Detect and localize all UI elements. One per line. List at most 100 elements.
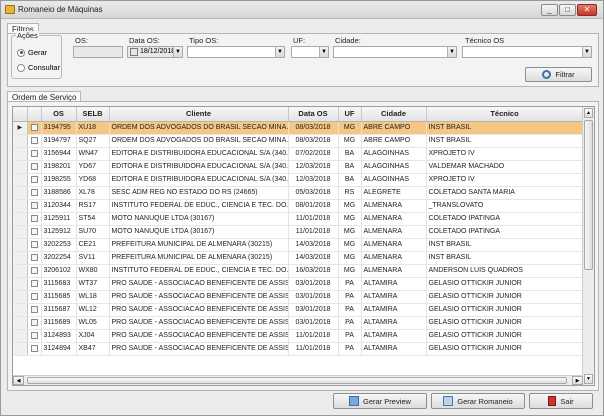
table-row[interactable]: 3124894 XB47 PRO SAUDE - ASSOCIACAO BENEFI… bbox=[13, 342, 584, 356]
row-checkbox[interactable] bbox=[30, 227, 38, 235]
row-checkbox[interactable] bbox=[30, 162, 38, 170]
uf-select[interactable]: ▼ bbox=[291, 46, 329, 58]
chevron-down-icon[interactable]: ▼ bbox=[275, 47, 284, 57]
col-data-os[interactable]: Data OS bbox=[288, 107, 339, 122]
row-checkbox[interactable] bbox=[30, 136, 38, 144]
row-checkbox[interactable] bbox=[30, 149, 38, 157]
horizontal-scroll-thumb[interactable] bbox=[27, 377, 567, 384]
cell-data-os: 11/01/2018 bbox=[288, 329, 339, 343]
radio-consultar[interactable]: Consultar bbox=[17, 63, 60, 72]
cell-cliente: PRO SAUDE - ASSOCIACAO BENEFICENTE DE AS… bbox=[109, 277, 289, 291]
table-row[interactable]: 3202253 CE21 PREFEITURA MUNICIPAL DE ALMEN… bbox=[13, 238, 584, 252]
cell-tecnico: COLETADO IPATINGA bbox=[426, 212, 584, 226]
row-indicator bbox=[13, 173, 28, 187]
table-row[interactable]: 3115687 WL12 PRO SAUDE - ASSOCIACAO BENEFI… bbox=[13, 303, 584, 317]
table-row[interactable]: 3124893 XJ04 PRO SAUDE - ASSOCIACAO BENEFI… bbox=[13, 329, 584, 343]
table-row[interactable]: 3120344 RS17 INSTITUTO FEDERAL DE EDUC., C… bbox=[13, 199, 584, 213]
cell-uf: PA bbox=[338, 290, 362, 304]
table-row[interactable]: 3202254 SV11 PREFEITURA MUNICIPAL DE ALMEN… bbox=[13, 251, 584, 265]
cell-tecnico: GELASIO OTTICKIR JUNIOR bbox=[426, 329, 584, 343]
table-row[interactable]: 3188586 XL78 SESC ADM REG NO ESTADO DO RS … bbox=[13, 186, 584, 200]
horizontal-scrollbar[interactable]: ◀ ▶ bbox=[13, 375, 583, 385]
minimize-button[interactable]: _ bbox=[541, 4, 558, 16]
col-os[interactable]: OS bbox=[41, 107, 77, 122]
vertical-scroll-thumb[interactable] bbox=[584, 120, 593, 270]
chevron-down-icon[interactable]: ▼ bbox=[447, 47, 456, 57]
table-row[interactable]: 3198201 YD67 EDITORA E DISTRIBUIDORA EDUCA… bbox=[13, 160, 584, 174]
col-cidade[interactable]: Cidade bbox=[361, 107, 427, 122]
scroll-left-icon[interactable]: ◀ bbox=[13, 376, 24, 385]
cidade-select[interactable]: ▼ bbox=[333, 46, 457, 58]
radio-consultar-dot[interactable] bbox=[17, 63, 25, 72]
row-checkbox[interactable] bbox=[30, 175, 38, 183]
tecnico-select[interactable]: ▼ bbox=[462, 46, 592, 58]
cell-uf: MG bbox=[338, 121, 362, 135]
vertical-scrollbar[interactable]: ▲ ▼ bbox=[582, 107, 594, 385]
gerar-preview-button[interactable]: Gerar Preview bbox=[333, 393, 427, 409]
row-indicator bbox=[13, 303, 28, 317]
col-uf[interactable]: UF bbox=[338, 107, 362, 122]
table-header: OS SELB Cliente Data OS UF Cidade Técnic… bbox=[13, 107, 584, 122]
cell-uf: MG bbox=[338, 212, 362, 226]
cell-uf: PA bbox=[338, 342, 362, 356]
table-row[interactable]: 3198255 YD68 EDITORA E DISTRIBUIDORA EDUCA… bbox=[13, 173, 584, 187]
table-row[interactable]: 3156944 WN47 EDITORA E DISTRIBUIDORA EDUCA… bbox=[13, 147, 584, 161]
os-input[interactable] bbox=[73, 46, 123, 58]
row-checkbox[interactable] bbox=[30, 305, 38, 313]
row-checkbox[interactable] bbox=[30, 188, 38, 196]
window-controls: _ □ ✕ bbox=[541, 4, 597, 16]
scroll-down-icon[interactable]: ▼ bbox=[584, 374, 593, 384]
table-row[interactable]: 3115685 WL18 PRO SAUDE - ASSOCIACAO BENEFI… bbox=[13, 290, 584, 304]
row-checkbox-cell bbox=[27, 199, 42, 213]
cell-os: 3202253 bbox=[41, 238, 77, 252]
scroll-right-icon[interactable]: ▶ bbox=[572, 376, 583, 385]
orders-grid[interactable]: OS SELB Cliente Data OS UF Cidade Técnic… bbox=[12, 106, 595, 386]
cell-tecnico: COLETADO IPATINGA bbox=[426, 225, 584, 239]
cell-cliente: INSTITUTO FEDERAL DE EDUC., CIENCIA E TE… bbox=[109, 264, 289, 278]
tipo-os-select[interactable]: ▼ bbox=[187, 46, 285, 58]
table-row[interactable]: 3115689 WL05 PRO SAUDE - ASSOCIACAO BENEFI… bbox=[13, 316, 584, 330]
report-icon bbox=[443, 396, 454, 406]
cell-os: 3206102 bbox=[41, 264, 77, 278]
sair-button[interactable]: Sair bbox=[529, 393, 593, 409]
radio-gerar-dot[interactable] bbox=[17, 48, 25, 57]
table-row[interactable]: 3115683 WT37 PRO SAUDE - ASSOCIACAO BENEFI… bbox=[13, 277, 584, 291]
row-checkbox[interactable] bbox=[30, 279, 38, 287]
table-row[interactable]: 3125912 SU70 MOTO NANUQUE LTDA (30167) 11/0… bbox=[13, 225, 584, 239]
uf-label: UF: bbox=[293, 36, 306, 45]
cell-selb: XB47 bbox=[76, 342, 110, 356]
row-checkbox[interactable] bbox=[30, 331, 38, 339]
row-checkbox[interactable] bbox=[30, 214, 38, 222]
scroll-up-icon[interactable]: ▲ bbox=[584, 108, 593, 118]
chevron-down-icon[interactable]: ▼ bbox=[582, 47, 591, 57]
cell-os: 3115687 bbox=[41, 303, 77, 317]
cell-uf: BA bbox=[338, 147, 362, 161]
col-tecnico[interactable]: Técnico bbox=[426, 107, 584, 122]
gerar-romaneio-button[interactable]: Gerar Romaneio bbox=[431, 393, 525, 409]
row-checkbox[interactable] bbox=[30, 344, 38, 352]
table-row[interactable]: 3125911 ST54 MOTO NANUQUE LTDA (30167) 11/0… bbox=[13, 212, 584, 226]
cell-os: 3194797 bbox=[41, 134, 77, 148]
close-button[interactable]: ✕ bbox=[577, 4, 597, 16]
data-os-picker[interactable]: 18/12/2018 ▼ bbox=[127, 46, 183, 58]
row-checkbox[interactable] bbox=[30, 123, 38, 131]
cell-cliente: PREFEITURA MUNICIPAL DE ALMENARA (30215) bbox=[109, 251, 289, 265]
row-checkbox[interactable] bbox=[30, 318, 38, 326]
row-checkbox[interactable] bbox=[30, 292, 38, 300]
row-checkbox[interactable] bbox=[30, 240, 38, 248]
filtrar-button[interactable]: Filtrar bbox=[525, 67, 592, 82]
cell-selb: CE21 bbox=[76, 238, 110, 252]
table-row[interactable]: ▶ 3194795 XU18 ORDEM DOS ADVOGADOS DO BRASI… bbox=[13, 121, 584, 135]
row-checkbox[interactable] bbox=[30, 201, 38, 209]
row-checkbox[interactable] bbox=[30, 266, 38, 274]
table-row[interactable]: 3206102 WX80 INSTITUTO FEDERAL DE EDUC., C… bbox=[13, 264, 584, 278]
table-row[interactable]: 3194797 SQ27 ORDEM DOS ADVOGADOS DO BRASIL… bbox=[13, 134, 584, 148]
radio-gerar[interactable]: Gerar bbox=[17, 48, 47, 57]
chevron-down-icon[interactable]: ▼ bbox=[173, 47, 182, 57]
chevron-down-icon[interactable]: ▼ bbox=[319, 47, 328, 57]
maximize-button[interactable]: □ bbox=[559, 4, 576, 16]
col-selb[interactable]: SELB bbox=[76, 107, 110, 122]
cell-tecnico: VALDEMAR MACHADO bbox=[426, 160, 584, 174]
col-cliente[interactable]: Cliente bbox=[109, 107, 289, 122]
row-checkbox[interactable] bbox=[30, 253, 38, 261]
